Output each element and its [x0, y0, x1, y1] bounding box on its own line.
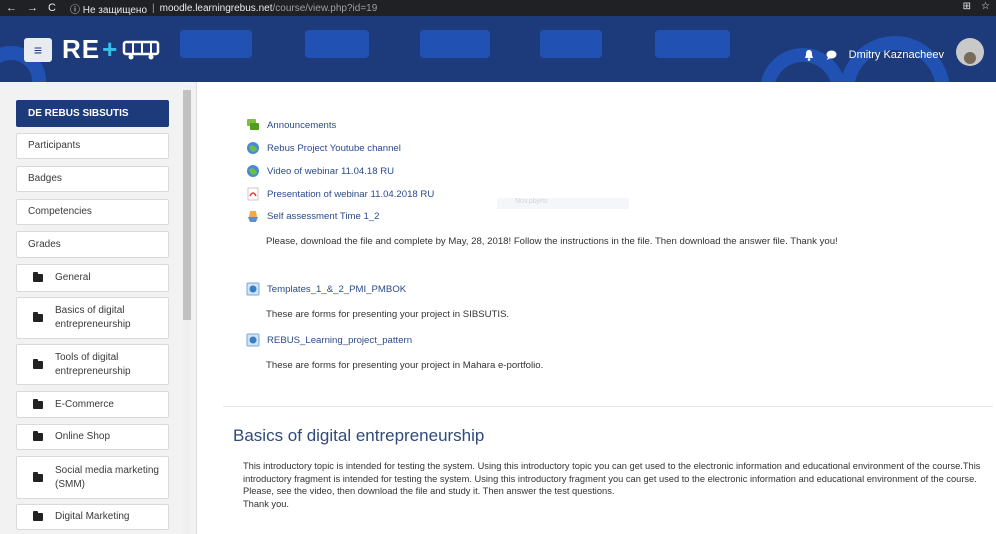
folder-icon: [33, 471, 43, 482]
faint-overlay-text: Nov.pbjets: [497, 198, 629, 209]
sidebar-item-label: Grades: [28, 238, 61, 250]
resource-self-assessment[interactable]: Self assessment Time 1_2: [246, 209, 380, 223]
sidebar-item-label: Basics of digital entrepreneurship: [55, 305, 131, 330]
back-icon[interactable]: ←: [6, 2, 17, 14]
sidebar-item-label: DE REBUS SIBSUTIS: [28, 107, 129, 119]
folder-icon: [33, 312, 43, 322]
resource-youtube[interactable]: Rebus Project Youtube channel: [246, 141, 401, 155]
browser-bar: ← → C ⓘ Не защищено | moodle.learningreb…: [0, 0, 996, 16]
folder-icon: [33, 358, 43, 369]
sidebar-item-label: General: [55, 272, 91, 283]
url-host[interactable]: moodle.learningrebus.net: [160, 3, 273, 14]
site-header: ≡ RE + Dmitry Kaznacheev: [0, 16, 996, 82]
resource-label: Rebus Project Youtube channel: [267, 142, 401, 154]
sidebar-item-ecommerce[interactable]: E-Commerce: [16, 391, 169, 418]
resource-learning-pattern[interactable]: REBUS_Learning_project_pattern: [246, 333, 412, 347]
sidebar-item-label: Badges: [28, 173, 62, 184]
folder-icon: [33, 431, 43, 441]
sidebar-item-smm[interactable]: Social media marketing (SMM): [16, 456, 169, 499]
sidebar-item-label: Competencies: [28, 206, 92, 217]
sidebar-item-participants[interactable]: Participants: [16, 133, 169, 159]
assignment-icon: [248, 211, 258, 222]
url-globe-icon: [247, 165, 259, 177]
url-separator: |: [152, 2, 155, 14]
sidebar-item-competencies[interactable]: Competencies: [16, 199, 169, 225]
resource-label: REBUS_Learning_project_pattern: [267, 334, 413, 346]
section-paragraph: This introductory topic is intended for …: [243, 461, 981, 484]
self-assessment-description: Please, download the file and complete b…: [266, 236, 838, 247]
sidebar-item-basics[interactable]: Basics of digital entrepreneurship: [16, 297, 169, 339]
menu-toggle-button[interactable]: ≡: [24, 38, 52, 62]
file-icon: [246, 282, 260, 296]
url-globe-icon: [247, 142, 259, 154]
translate-icon[interactable]: ⊞: [963, 1, 971, 12]
site-logo[interactable]: RE +: [62, 34, 162, 65]
url-path[interactable]: /course/view.php?id=19: [272, 3, 377, 14]
sidebar-item-general[interactable]: General: [16, 264, 169, 292]
sidebar-item-label: Tools of digital entrepreneurship: [55, 351, 131, 377]
logo-text: RE: [62, 34, 101, 64]
sidebar-item-label: Online Shop: [55, 431, 111, 442]
pattern-description: These are forms for presenting your proj…: [266, 360, 544, 371]
folder-icon: [33, 511, 43, 521]
sidebar-item-tools[interactable]: Tools of digital entrepreneurship: [16, 344, 169, 385]
resource-webinar-video[interactable]: Video of webinar 11.04.18 RU: [246, 164, 394, 178]
resource-label: Video of webinar 11.04.18 RU: [267, 165, 395, 177]
forward-icon[interactable]: →: [27, 2, 38, 14]
resource-announcements[interactable]: Announcements: [246, 118, 336, 132]
pdf-icon: [247, 187, 259, 201]
resource-label: Templates_1_&_2_PMI_PMBOK: [267, 283, 407, 295]
resource-label: Self assessment Time 1_2: [267, 210, 380, 222]
sidebar-item-online-shop[interactable]: Online Shop: [16, 424, 169, 450]
section-title: Basics of digital entrepreneurship: [233, 426, 485, 445]
resource-label: Announcements: [267, 119, 337, 131]
resource-templates[interactable]: Templates_1_&_2_PMI_PMBOK: [246, 282, 406, 296]
chat-icon[interactable]: [826, 50, 837, 60]
resource-label: Presentation of webinar 11.04.2018 RU: [267, 188, 435, 200]
sidebar-item-label: Digital Marketing: [55, 511, 130, 522]
user-avatar[interactable]: [956, 38, 984, 66]
section-divider: [223, 406, 993, 407]
folder-icon: [33, 398, 43, 409]
sidebar-item-badges[interactable]: Badges: [16, 166, 169, 192]
sidebar-item-course-home[interactable]: DE REBUS SIBSUTIS: [16, 100, 169, 127]
reload-icon[interactable]: C: [48, 2, 56, 14]
section-paragraph: Please, see the video, then download the…: [243, 486, 615, 496]
templates-description: These are forms for presenting your proj…: [266, 309, 510, 320]
sidebar-item-label: Participants: [28, 140, 81, 151]
sidebar-item-label: Social media marketing (SMM): [55, 464, 159, 490]
folder-icon: [33, 272, 43, 282]
bell-icon[interactable]: [804, 49, 814, 61]
sidebar-item-label: E-Commerce: [55, 398, 114, 410]
sidebar-item-grades[interactable]: Grades: [16, 231, 169, 258]
section-paragraph: Thank you.: [243, 498, 289, 509]
section-summary: This introductory topic is intended for …: [243, 460, 983, 510]
sidebar-item-digital-marketing[interactable]: Digital Marketing: [16, 504, 169, 530]
user-name[interactable]: Dmitry Kaznacheev: [849, 49, 944, 61]
forum-icon: [247, 119, 259, 130]
file-icon: [246, 333, 260, 347]
resource-webinar-presentation[interactable]: Presentation of webinar 11.04.2018 RU: [246, 187, 434, 201]
bus-logo-icon: [123, 40, 160, 59]
bookmark-star-icon[interactable]: ☆: [981, 1, 990, 12]
sidebar-scrollbar[interactable]: [183, 86, 191, 534]
logo-plus: +: [102, 34, 119, 64]
security-indicator[interactable]: ⓘ Не защищено: [70, 1, 147, 16]
